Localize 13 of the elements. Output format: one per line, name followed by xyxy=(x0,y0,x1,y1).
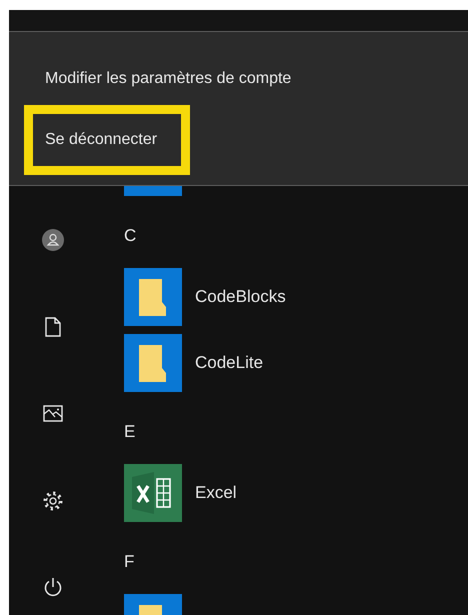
group-letter[interactable]: F xyxy=(124,552,134,572)
app-name[interactable]: Excel xyxy=(195,464,237,522)
user-avatar-icon[interactable] xyxy=(42,228,64,250)
app-name[interactable]: CodeBlocks xyxy=(195,268,286,326)
group-letter[interactable]: E xyxy=(124,422,136,442)
excel-tile-icon[interactable] xyxy=(124,464,182,522)
app-name[interactable]: CodeLite xyxy=(195,334,264,392)
document-icon[interactable] xyxy=(44,316,60,336)
menu-item[interactable]: Se déconnecter xyxy=(24,105,190,175)
picture-icon[interactable] xyxy=(42,405,62,422)
group-letter[interactable]: C xyxy=(124,226,136,246)
settings-icon[interactable] xyxy=(42,490,62,510)
power-icon[interactable] xyxy=(42,577,62,598)
